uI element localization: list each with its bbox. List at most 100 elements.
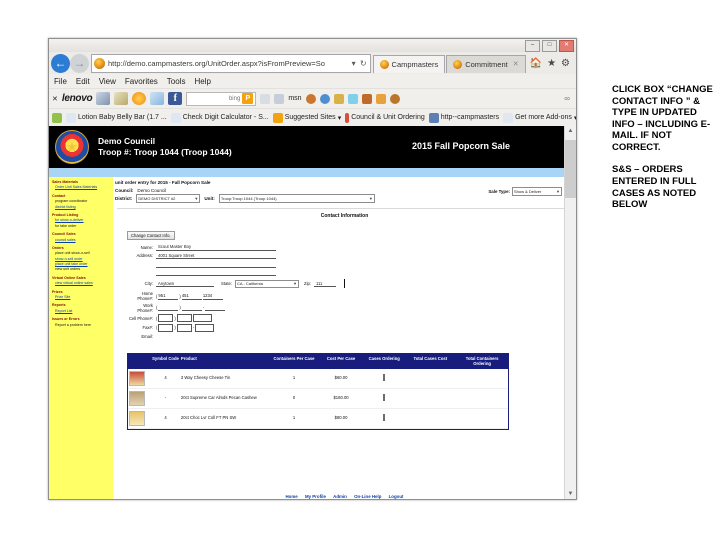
msn-label[interactable]: msn	[288, 95, 301, 102]
menu-edit[interactable]: Edit	[76, 77, 90, 86]
bookmark-http-campmasters[interactable]: http--campmasters	[428, 112, 499, 123]
cell-phone-prefix[interactable]	[176, 314, 192, 322]
address-bar[interactable]: http://demo.campmasters.org/UnitOrder.as…	[91, 53, 371, 73]
annotation-notes: CLICK BOX “CHANGE CONTACT INFO ” & TYPE …	[612, 84, 716, 222]
home-phone-area[interactable]: 951	[158, 293, 179, 300]
cell-containers-per-case: 0	[292, 395, 296, 401]
name-input[interactable]: Scout Master Boy	[156, 243, 276, 251]
tab-campmasters[interactable]: Campmasters	[372, 54, 446, 73]
notes-icon[interactable]	[114, 92, 129, 105]
comment-icon[interactable]	[274, 93, 285, 104]
unit-select[interactable]: Troop:Troop 1044 (Troop 1044) ▼	[218, 194, 375, 203]
tab-close-icon[interactable]: ✕	[513, 60, 519, 68]
card-icon[interactable]	[96, 92, 111, 105]
mail-icon[interactable]	[150, 92, 165, 105]
bookmarks-row-links: Lotion Baby Belly Bar (1.7 ... Check Dig…	[49, 108, 576, 126]
cases-ordering-input[interactable]	[383, 374, 386, 382]
home-phone-group[interactable]: (951) 451 1234	[156, 293, 223, 300]
close-bar-icon[interactable]: ✕	[52, 95, 58, 103]
home-icon[interactable]: 🏠	[530, 58, 542, 69]
forward-icon[interactable]: →	[70, 53, 89, 73]
change-contact-info-button[interactable]: Change Contact Info.	[127, 231, 175, 240]
bookmark-check-digit[interactable]: Check Digit Calculator - S...	[170, 112, 269, 123]
footer-link-admin[interactable]: Admin	[333, 494, 347, 499]
vertical-scrollbar[interactable]: ▲ ▼	[564, 126, 576, 499]
cell-phone-area[interactable]	[158, 314, 174, 322]
footer-link-my-profile[interactable]: My Profile	[305, 494, 326, 499]
search-badge-icon[interactable]: P	[242, 93, 254, 104]
favorites-star-icon[interactable]: ★	[547, 58, 556, 69]
home-phone-prefix[interactable]: 451	[181, 293, 202, 300]
scroll-up-icon[interactable]: ▲	[565, 126, 576, 137]
chevron-down-icon[interactable]: ▾	[338, 114, 342, 122]
settings-gear-icon[interactable]: ⚙	[561, 58, 570, 69]
table-row: 4 3 Way Cheesy Cheese Tin 1 $60.00	[128, 369, 508, 389]
menu-favorites[interactable]: Favorites	[125, 77, 158, 86]
email-input[interactable]	[156, 333, 214, 339]
weather-icon[interactable]	[319, 93, 330, 104]
minimize-button[interactable]: –	[525, 40, 540, 52]
fax-area[interactable]	[158, 323, 174, 332]
overflow-dots-icon[interactable]: ∞	[564, 94, 573, 103]
cases-ordering-input[interactable]	[383, 414, 386, 422]
sports-icon[interactable]	[333, 93, 344, 104]
sale-type-select[interactable]: Show & Deliver ▼	[512, 187, 562, 196]
cell-phone-group[interactable]: ()	[156, 314, 212, 322]
cell-total-cases-cost	[404, 376, 456, 380]
fax-group[interactable]: () -	[156, 323, 215, 332]
fish-icon[interactable]	[347, 93, 358, 104]
unit-label: Unit:	[204, 196, 215, 201]
address-tools[interactable]: ▾ ↻	[350, 59, 368, 68]
footer-link-online-help[interactable]: On-Line Help	[354, 494, 381, 499]
state-value: CA - California	[237, 281, 263, 286]
district-select[interactable]: DEMO DISTRICT #2 ▼	[136, 194, 201, 203]
facebook-icon[interactable]: f	[168, 92, 183, 105]
work-phone-group[interactable]: () -	[156, 304, 226, 311]
menu-tools[interactable]: Tools	[167, 77, 186, 86]
scrollbar-thumb[interactable]	[565, 140, 576, 198]
footer-link-home[interactable]: Home	[286, 494, 298, 499]
address-row: Address: 4001 Square Street	[127, 252, 576, 259]
work-phone-area[interactable]	[158, 304, 179, 311]
cell-phone-line[interactable]	[192, 314, 212, 322]
footer-link-logout[interactable]: Logout	[389, 494, 404, 499]
bookmark-council-unit-ordering[interactable]: Council & Unit Ordering	[345, 112, 425, 123]
back-icon[interactable]: ←	[51, 53, 70, 73]
scroll-down-icon[interactable]: ▼	[565, 489, 576, 499]
divider	[117, 208, 572, 209]
help-icon[interactable]	[389, 93, 400, 104]
product-thumbnail	[128, 369, 151, 388]
sidebar-item-report-a-problem[interactable]: Report a problem here	[52, 323, 111, 328]
menu-help[interactable]: Help	[194, 77, 210, 86]
tab-commitment[interactable]: Commitment ✕	[446, 54, 526, 73]
chevron-down-icon[interactable]: ▾	[574, 114, 576, 122]
bookmark-get-more-addons[interactable]: Get more Add-ons ▾	[503, 112, 576, 123]
menu-view[interactable]: View	[99, 77, 116, 86]
work-phone-line[interactable]	[205, 304, 226, 311]
address-input[interactable]: 4001 Square Street	[156, 252, 276, 259]
sun-icon[interactable]	[132, 92, 147, 105]
close-button[interactable]: ✕	[559, 40, 574, 52]
zip-input[interactable]: 111	[314, 280, 336, 287]
address-input-3[interactable]	[156, 269, 276, 276]
address-input-2[interactable]	[156, 260, 276, 268]
bookmark-suggested-sites[interactable]: Suggested Sites ▾	[272, 112, 342, 123]
home-phone-line[interactable]: 1234	[202, 293, 223, 300]
menu-file[interactable]: File	[54, 77, 67, 86]
favorites-folder-icon[interactable]	[52, 112, 62, 123]
thumbs-up-icon[interactable]	[260, 93, 271, 104]
bookmark-lotion[interactable]: Lotion Baby Belly Bar (1.7 ...	[66, 112, 167, 123]
city-input[interactable]: Anytown	[156, 280, 214, 287]
mountain-icon[interactable]	[361, 93, 372, 104]
address-input[interactable]: http://demo.campmasters.org/UnitOrder.as…	[108, 59, 350, 68]
cases-ordering-input[interactable]	[383, 394, 386, 402]
work-phone-prefix[interactable]	[181, 304, 202, 311]
lenovo-logo[interactable]: lenovo	[62, 93, 93, 104]
maximize-button[interactable]: □	[542, 40, 557, 52]
gift-icon[interactable]	[375, 93, 386, 104]
fax-line[interactable]	[195, 323, 215, 332]
fax-prefix[interactable]	[176, 323, 192, 332]
search-input[interactable]: bing P	[186, 91, 257, 106]
monkey-icon[interactable]	[305, 93, 316, 104]
state-select[interactable]: CA - California ▼	[235, 279, 299, 288]
